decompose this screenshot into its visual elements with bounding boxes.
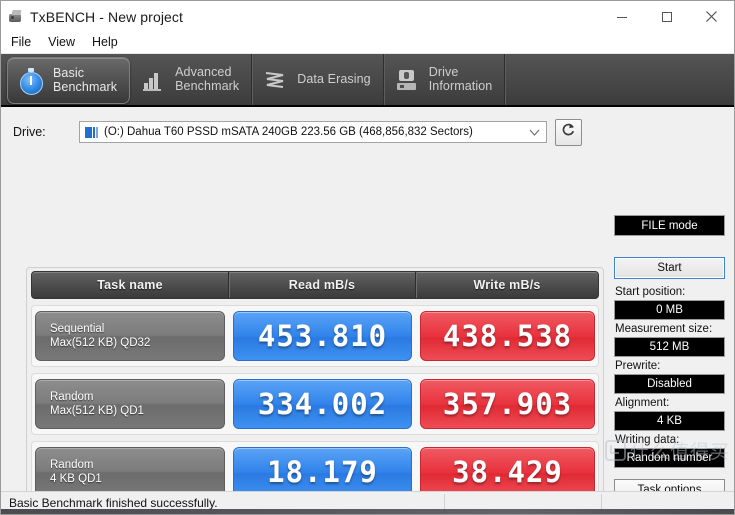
column-header-write: Write mB/s [416,272,598,298]
drive-select-value: (O:) Dahua T60 PSSD mSATA 240GB 223.56 G… [104,126,473,138]
write-value: 38.429 [420,447,595,497]
window-controls [599,1,734,32]
alignment-label: Alignment: [615,397,725,409]
tab-advanced-benchmark-label: Advanced Benchmark [175,66,239,93]
start-position-value[interactable]: 0 MB [614,300,725,320]
menu-help[interactable]: Help [90,33,127,52]
task-name-cell: Random 4 KB QD1 [35,447,225,497]
task-name-line2: Max(512 KB) QD1 [50,404,224,418]
tab-drive-information[interactable]: Drive Information [384,54,506,105]
prewrite-label: Prewrite: [615,360,725,372]
title-bar: TxBENCH - New project [1,1,734,32]
menu-view[interactable]: View [46,33,84,52]
menu-file[interactable]: File [9,33,40,52]
task-name-line1: Random [50,390,224,404]
desktop-taskbar-edge [1,509,734,514]
write-value: 357.903 [420,379,595,429]
bar-chart-icon [140,67,166,93]
tab-bar: Basic Benchmark Advanced Benchmark Data … [1,54,734,107]
options-sidebar: FILE mode Start Start position: 0 MB Mea… [608,215,734,515]
write-value: 438.538 [420,311,595,361]
refresh-button[interactable] [555,119,582,146]
txbench-window: TxBENCH - New project File View Help Bas… [0,0,735,515]
file-mode-button[interactable]: FILE mode [614,215,725,236]
column-header-read: Read mB/s [229,272,416,298]
tab-drive-information-label: Drive Information [429,66,493,93]
drive-selector-row: Drive: (O:) Dahua T60 PSSD mSATA 240GB 2… [1,107,734,147]
drive-label: Drive: [13,125,79,139]
alignment-value[interactable]: 4 KB [614,411,725,431]
results-panel: Task name Read mB/s Write mB/s Sequentia… [26,267,604,515]
stopwatch-icon [18,68,44,94]
writing-data-value[interactable]: Random number [614,448,725,468]
tab-advanced-benchmark[interactable]: Advanced Benchmark [130,54,252,105]
task-name-line1: Random [50,458,224,472]
read-value: 18.179 [233,447,412,497]
start-position-label: Start position: [615,286,725,298]
results-header-row: Task name Read mB/s Write mB/s [31,271,599,299]
app-icon [8,9,24,25]
table-row: Sequential Max(512 KB) QD32 453.810 438.… [31,305,599,367]
tab-basic-benchmark[interactable]: Basic Benchmark [7,57,130,104]
writing-data-label: Writing data: [615,434,725,446]
task-name-line2: 4 KB QD1 [50,472,224,486]
tab-basic-benchmark-label: Basic Benchmark [53,67,117,94]
task-name-line2: Max(512 KB) QD32 [50,336,224,350]
task-name-cell: Random Max(512 KB) QD1 [35,379,225,429]
menu-bar: File View Help [1,32,734,54]
chevron-down-icon[interactable] [529,122,540,142]
main-content: Drive: (O:) Dahua T60 PSSD mSATA 240GB 2… [1,107,734,484]
column-header-task-name: Task name [32,272,229,298]
drive-select[interactable]: (O:) Dahua T60 PSSD mSATA 240GB 223.56 G… [79,121,547,143]
close-icon[interactable] [689,1,734,32]
erase-icon [262,67,288,93]
refresh-icon [561,122,576,142]
tab-data-erasing[interactable]: Data Erasing [252,54,383,105]
drive-icon [394,67,420,93]
task-name-cell: Sequential Max(512 KB) QD32 [35,311,225,361]
disk-icon [85,126,99,139]
measurement-size-label: Measurement size: [615,323,725,335]
table-row: Random Max(512 KB) QD1 334.002 357.903 [31,373,599,435]
tab-data-erasing-label: Data Erasing [297,73,370,87]
prewrite-value[interactable]: Disabled [614,374,725,394]
window-title: TxBENCH - New project [30,9,183,25]
maximize-icon[interactable] [644,1,689,32]
minimize-icon[interactable] [599,1,644,32]
task-name-line1: Sequential [50,322,224,336]
measurement-size-value[interactable]: 512 MB [614,337,725,357]
read-value: 334.002 [233,379,412,429]
status-message: Basic Benchmark finished successfully. [1,496,218,510]
start-button[interactable]: Start [614,257,725,279]
read-value: 453.810 [233,311,412,361]
